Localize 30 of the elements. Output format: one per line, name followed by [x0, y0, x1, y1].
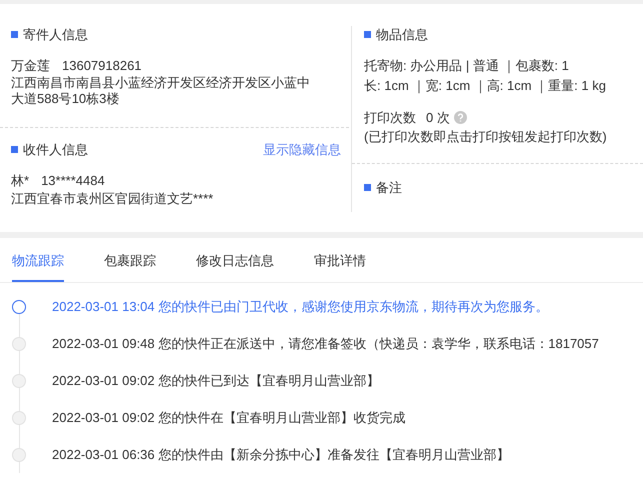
goods-details: 托寄物: 办公用品 | 普通 ｜包裹数: 1 — [364, 57, 570, 74]
print-count: 0 次 — [426, 109, 450, 126]
tab[interactable]: 包裹跟踪 — [104, 248, 156, 282]
section-title: 寄件人信息 — [23, 26, 88, 43]
section-marker-icon — [11, 31, 18, 38]
timeline-entry: 2022-03-01 09:48 您的快件正在派送中，请您准备签收（快递员：袁学华，联系电话：1817057 — [52, 335, 599, 352]
tab[interactable]: 物流跟踪 — [12, 248, 64, 282]
section-marker-icon — [364, 31, 371, 38]
section-title: 物品信息 — [376, 26, 428, 43]
receiver-phone: 13****4484 — [41, 172, 105, 189]
sender-phone: 13607918261 — [62, 57, 142, 74]
section-marker-icon — [11, 146, 18, 153]
section-title: 收件人信息 — [23, 141, 88, 158]
show-hidden-info-link[interactable]: 显示隐藏信息 — [263, 141, 341, 158]
help-icon[interactable] — [454, 111, 467, 124]
print-count-note: (已打印次数即点击打印按钮发起打印次数) — [364, 128, 608, 145]
section-marker-icon — [364, 184, 371, 191]
goods-dimensions: 长: 1cm ｜宽: 1cm ｜高: 1cm ｜重量: 1 kg — [364, 77, 607, 94]
tab[interactable]: 修改日志信息 — [196, 248, 274, 282]
sender-name: 万金莲 — [11, 57, 50, 74]
receiver-address: 江西宜春市袁州区官园街道文艺**** — [11, 190, 214, 207]
receiver-name: 林* — [11, 172, 30, 189]
timeline-entry: 2022-03-01 13:04 您的快件已由门卫代收，感谢您使用京东物流，期待再次为您服务。 — [52, 298, 548, 315]
section-title: 备注 — [376, 179, 402, 196]
print-count-label: 打印次数 — [364, 109, 416, 126]
timeline-entry: 2022-03-01 09:02 您的快件已到达【宜春明月山营业部】 — [52, 372, 380, 389]
timeline-entry: 2022-03-01 06:36 您的快件由【新余分拣中心】准备发往【宜春明月山营业部】 — [52, 446, 510, 463]
sender-address: 江西南昌市南昌县小蓝经济开发区经济开发区小蓝中大道588号10栋3楼 — [11, 75, 311, 107]
timeline-entry: 2022-03-01 09:02 您的快件在【宜春明月山营业部】收货完成 — [52, 409, 406, 426]
tab[interactable]: 审批详情 — [314, 248, 366, 282]
